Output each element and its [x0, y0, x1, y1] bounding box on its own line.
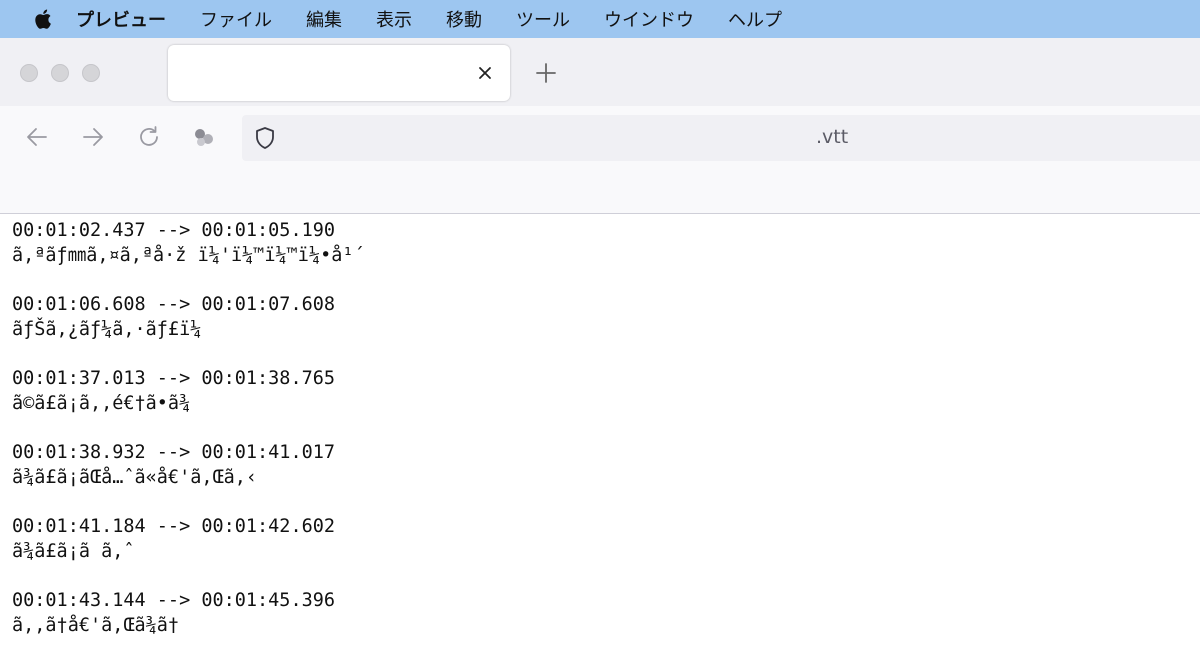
subtitle-cue: 00:01:41.184 --> 00:01:42.602 ã¾ã£ã¡ã ã,…: [12, 514, 1192, 564]
reload-icon[interactable]: [136, 124, 162, 150]
window-close-button[interactable]: [20, 64, 38, 82]
new-tab-icon[interactable]: [534, 61, 558, 85]
cue-timestamp: 00:01:38.932 --> 00:01:41.017: [12, 442, 336, 463]
cue-text: ã,,ã†å€'ã,Œã¾ã†: [12, 615, 180, 636]
window-zoom-button[interactable]: [82, 64, 100, 82]
subtitle-cue: 00:01:43.144 --> 00:01:45.396 ã,,ã†å€'ã,…: [12, 588, 1192, 638]
extensions-icon[interactable]: [191, 124, 217, 150]
subtitle-cue: 00:01:06.608 --> 00:01:07.608 ãƒŠã,¿ãƒ¼ã…: [12, 292, 1192, 342]
apple-icon[interactable]: [32, 7, 56, 31]
back-icon[interactable]: [24, 124, 50, 150]
cue-timestamp: 00:01:06.608 --> 00:01:07.608: [12, 294, 336, 315]
cue-text: ãƒŠã,¿ãƒ¼ã,·ãƒ£ï¼: [12, 319, 202, 340]
cue-text: ã¾ã£ã¡ãŒå…ˆã«å€'ã,Œã,‹: [12, 467, 258, 488]
subtitle-cue: 00:01:02.437 --> 00:01:05.190 ã,ªãƒ㎜ã,¤ã…: [12, 218, 1192, 268]
browser-window: .vtt 00:01:02.437 --> 00:01:05.190 ã,ªãƒ…: [0, 38, 1200, 663]
subtitle-cue: 00:01:38.932 --> 00:01:41.017 ã¾ã£ã¡ãŒå……: [12, 440, 1192, 490]
menu-file[interactable]: ファイル: [200, 6, 272, 32]
cue-timestamp: 00:01:41.184 --> 00:01:42.602: [12, 516, 336, 537]
url-bar[interactable]: .vtt: [242, 115, 1200, 161]
window-minimize-button[interactable]: [51, 64, 69, 82]
cue-timestamp: 00:01:02.437 --> 00:01:05.190: [12, 220, 336, 241]
cue-timestamp: 00:01:43.144 --> 00:01:45.396: [12, 590, 336, 611]
menu-edit[interactable]: 編集: [306, 6, 342, 32]
url-text: .vtt: [816, 126, 849, 148]
menu-bar: プレビュー ファイル 編集 表示 移動 ツール ウインドウ ヘルプ: [0, 0, 1200, 38]
menu-tools[interactable]: ツール: [516, 6, 570, 32]
forward-icon[interactable]: [80, 124, 106, 150]
tab-strip: [0, 38, 1200, 106]
cue-timestamp: 00:01:37.013 --> 00:01:38.765: [12, 368, 336, 389]
menu-go[interactable]: 移動: [446, 6, 482, 32]
menu-view[interactable]: 表示: [376, 6, 412, 32]
document-content: 00:01:02.437 --> 00:01:05.190 ã,ªãƒ㎜ã,¤ã…: [12, 218, 1192, 662]
menu-app-name[interactable]: プレビュー: [76, 6, 166, 32]
navigation-bar: .vtt: [0, 106, 1200, 168]
cue-text: ã©ã£ã¡ã,,é€†ã•ã¾: [12, 393, 191, 414]
menu-window[interactable]: ウインドウ: [604, 6, 694, 32]
subtitle-cue: 00:01:37.013 --> 00:01:38.765 ã©ã£ã¡ã,,é…: [12, 366, 1192, 416]
close-icon[interactable]: [474, 62, 496, 84]
tab-active[interactable]: [168, 45, 510, 101]
secondary-toolbar: [0, 168, 1200, 214]
cue-text: ã¾ã£ã¡ã ã,ˆ: [12, 541, 135, 562]
shield-icon[interactable]: [252, 125, 278, 151]
menu-help[interactable]: ヘルプ: [728, 6, 782, 32]
cue-text: ã,ªãƒ㎜ã,¤ã,ªå·ž ï¼'ï¼™ï¼™ï¼•å¹´: [12, 245, 365, 266]
